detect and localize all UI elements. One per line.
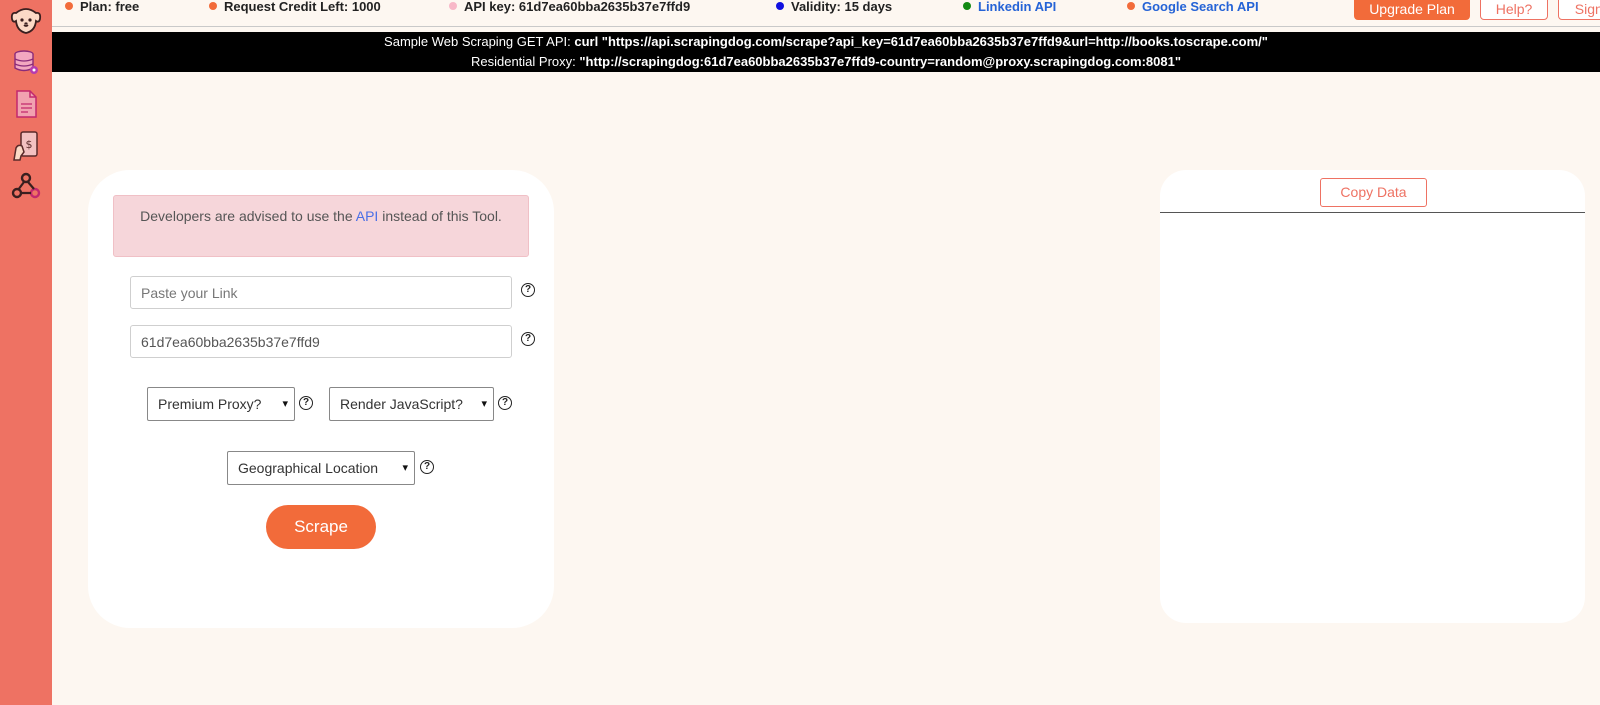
developer-advisory-alert: Developers are advised to use the API in… [113,195,529,257]
api-info-banner: Sample Web Scraping GET API: curl "https… [52,32,1600,72]
dog-logo-icon[interactable] [10,6,42,38]
svg-text:$: $ [26,138,33,151]
chevron-down-icon: ▾ [481,398,487,410]
api-key-help-icon[interactable]: ? [521,332,535,346]
validity-dot [776,2,784,10]
render-javascript-help-icon[interactable]: ? [498,396,512,410]
get-api-label: Sample Web Scraping GET API: [384,34,571,49]
get-api-line: Sample Web Scraping GET API: curl "https… [52,32,1600,52]
render-javascript-select[interactable]: Render JavaScript? ▾ [329,387,494,421]
google-search-api-link[interactable]: Google Search API [1142,0,1259,14]
link-help-icon[interactable]: ? [521,283,535,297]
geographical-location-select[interactable]: Geographical Location ▾ [227,451,415,485]
plan-label: Plan: free [80,0,140,14]
plan-dot [65,2,73,10]
api-key-input[interactable] [130,325,512,358]
linkedin-dot [963,2,971,10]
alert-text-after: instead of this Tool. [382,208,502,224]
api-key-status: API key: 61d7ea60bba2635b37e7ffd9 [449,0,690,14]
chevron-down-icon: ▾ [402,462,408,474]
credits-dot [209,2,217,10]
document-icon[interactable] [10,88,42,120]
premium-proxy-help-icon[interactable]: ? [299,396,313,410]
api-key-label: API key: 61d7ea60bba2635b37e7ffd9 [464,0,691,14]
credits-label: Request Credit Left: 1000 [224,0,381,14]
plan-status: Plan: free [65,0,139,14]
credits-status: Request Credit Left: 1000 [209,0,381,14]
scrape-button[interactable]: Scrape [266,505,376,549]
validity-label: Validity: 15 days [791,0,893,14]
geographical-location-value: Geographical Location [238,460,379,476]
geographical-location-help-icon[interactable]: ? [420,460,434,474]
api-docs-link[interactable]: API [356,208,379,224]
alert-text-before: Developers are advised to use the [140,208,353,224]
premium-proxy-value: Premium Proxy? [158,396,262,412]
linkedin-api-item[interactable]: Linkedin API [963,0,1056,14]
output-divider [1160,212,1585,213]
sidebar: $ [0,0,52,705]
premium-proxy-select[interactable]: Premium Proxy? ▾ [147,387,295,421]
api-key-dot [449,2,457,10]
sign-out-button[interactable]: Sign Out [1558,0,1600,20]
linkedin-api-link[interactable]: Linkedin API [978,0,1056,14]
output-card: Copy Data [1160,170,1585,623]
google-dot [1127,2,1135,10]
billing-hand-icon[interactable]: $ [10,130,42,162]
chevron-down-icon: ▾ [282,398,288,410]
residential-proxy-url: "http://scrapingdog:61d7ea60bba2635b37e7… [579,54,1182,69]
top-status-bar: Plan: free Request Credit Left: 1000 API… [52,0,1600,27]
google-search-api-item[interactable]: Google Search API [1127,0,1259,14]
database-settings-icon[interactable] [10,46,42,78]
residential-proxy-label: Residential Proxy: [470,54,576,69]
render-javascript-value: Render JavaScript? [340,396,463,412]
get-api-command: curl "https://api.scrapingdog.com/scrape… [574,34,1268,49]
upgrade-plan-button[interactable]: Upgrade Plan [1354,0,1470,20]
help-button[interactable]: Help? [1480,0,1548,20]
residential-proxy-line: Residential Proxy: "http://scrapingdog:6… [52,52,1600,72]
link-input[interactable] [130,276,512,309]
webhook-icon[interactable] [10,170,42,202]
scrape-form-card: Developers are advised to use the API in… [88,170,554,628]
copy-data-button[interactable]: Copy Data [1320,178,1427,207]
validity-status: Validity: 15 days [776,0,892,14]
